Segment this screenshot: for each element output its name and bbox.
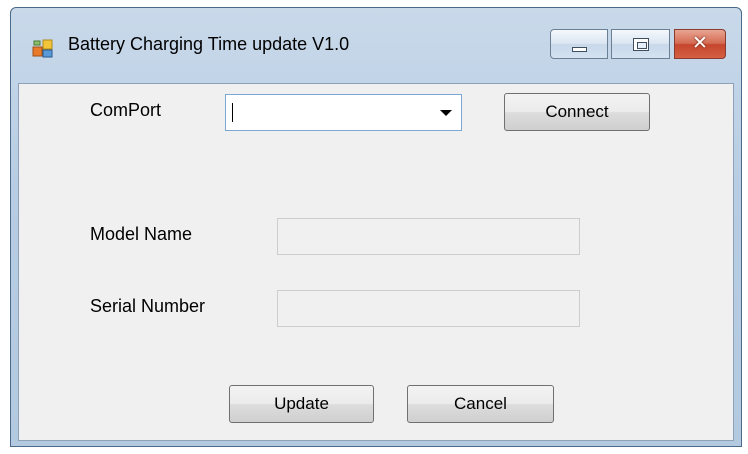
maximize-icon (633, 38, 649, 51)
title-bar[interactable]: Battery Charging Time update V1.0 ✕ (11, 8, 741, 83)
chevron-down-icon[interactable] (440, 110, 452, 116)
update-button[interactable]: Update (229, 385, 374, 423)
connect-button[interactable]: Connect (504, 93, 650, 131)
close-button[interactable]: ✕ (674, 29, 726, 59)
text-caret (232, 103, 233, 122)
minimize-button[interactable] (550, 29, 608, 59)
maximize-button[interactable] (611, 29, 670, 59)
minimize-icon (572, 47, 587, 52)
app-icon (32, 39, 53, 58)
app-window: Battery Charging Time update V1.0 ✕ ComP… (10, 7, 742, 447)
comport-select[interactable] (225, 94, 462, 131)
serial-number-field[interactable] (277, 290, 580, 327)
cancel-button[interactable]: Cancel (407, 385, 554, 423)
model-name-label: Model Name (90, 224, 193, 244)
form-body: ComPort Connect Model Name Serial Number… (18, 83, 734, 441)
comport-label: ComPort (90, 100, 162, 120)
model-name-field[interactable] (277, 218, 580, 255)
window-title: Battery Charging Time update V1.0 (68, 34, 350, 54)
serial-number-label: Serial Number (90, 296, 206, 316)
close-icon: ✕ (692, 32, 708, 54)
